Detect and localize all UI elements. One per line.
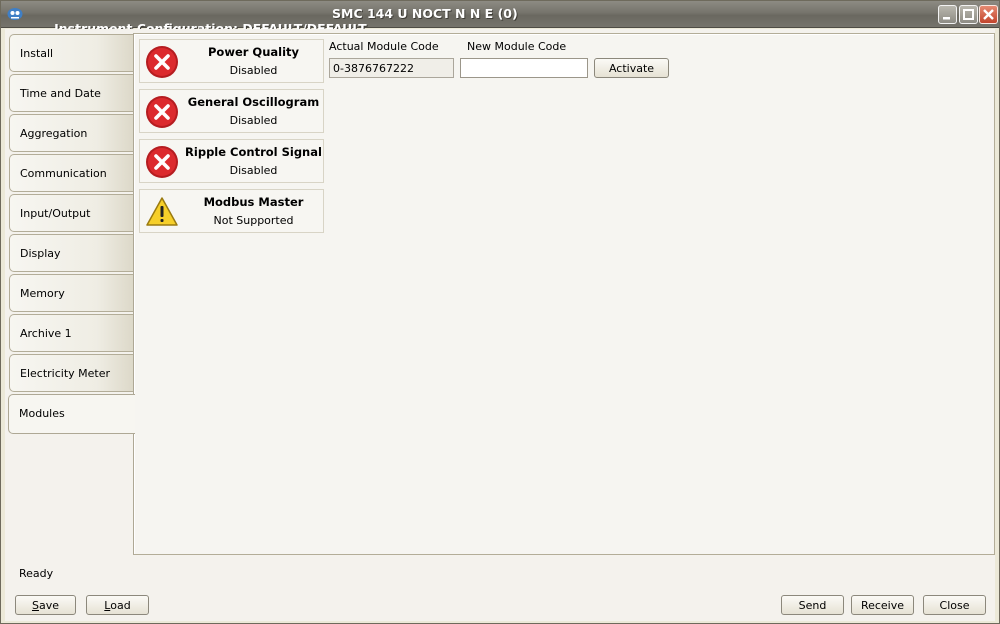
tab-electricity-meter[interactable]: Electricity Meter [9,354,134,392]
warning-icon [146,197,178,226]
tab-memory[interactable]: Memory [9,274,134,312]
new-module-code-label: New Module Code [467,40,567,53]
error-icon [146,46,178,78]
activate-button[interactable]: Activate [594,58,669,78]
tab-communication[interactable]: Communication [9,154,134,192]
instrument-configuration-window: Instrument Configuration: DEFAULT/DEFAUL… [0,0,1000,624]
maximize-button[interactable] [959,5,978,24]
status-text: Ready [19,567,54,580]
module-title: Ripple Control Signal [185,145,322,159]
tab-label: Archive 1 [20,327,72,340]
module-power-quality: Power Quality Disabled [139,39,324,83]
tab-label: Modules [19,407,65,420]
new-module-code-input[interactable] [460,58,588,78]
module-title: Modbus Master [203,195,304,209]
tab-label: Aggregation [20,127,88,140]
module-modbus-master: Modbus Master Not Supported [139,189,324,233]
actual-module-code-field: 0-3876767222 [329,58,454,78]
tab-label: Input/Output [20,207,91,220]
save-mnemonic: S [31,599,39,612]
close-button[interactable]: Close [923,595,986,615]
module-status: Disabled [229,64,278,77]
module-title: General Oscillogram [187,95,320,109]
load-label: oad [110,599,131,612]
close-window-button[interactable] [979,5,998,24]
module-status: Disabled [229,164,278,177]
tab-label: Memory [20,287,65,300]
tab-label: Display [20,247,61,260]
close-icon [983,9,994,20]
modules-panel: Power Quality Disabled General Oscillogr… [133,33,995,555]
maximize-icon [963,9,974,20]
tab-time-and-date[interactable]: Time and Date [9,74,134,112]
module-status: Not Supported [213,214,294,227]
tab-aggregation[interactable]: Aggregation [9,114,134,152]
app-icon [7,8,23,20]
minimize-button[interactable] [938,5,957,24]
send-button[interactable]: Send [781,595,844,615]
receive-button[interactable]: Receive [851,595,914,615]
actual-module-code-label: Actual Module Code [329,40,439,53]
error-icon [146,96,178,128]
tab-install[interactable]: Install [9,34,134,72]
load-button[interactable]: Load [86,595,149,615]
save-label: ave [38,599,59,612]
tab-label: Communication [20,167,107,180]
tab-display[interactable]: Display [9,234,134,272]
client-area: Install Time and Date Aggregation Commun… [5,29,995,621]
module-status: Disabled [229,114,278,127]
module-ripple-control-signal: Ripple Control Signal Disabled [139,139,324,183]
tab-input-output[interactable]: Input/Output [9,194,134,232]
save-button[interactable]: Save [15,595,76,615]
error-icon [146,146,178,178]
tab-modules[interactable]: Modules [8,394,135,434]
tab-label: Time and Date [20,87,101,100]
title-bar[interactable]: Instrument Configuration: DEFAULT/DEFAUL… [1,1,999,36]
tab-label: Install [20,47,54,60]
minimize-icon [943,17,950,20]
tab-archive-1[interactable]: Archive 1 [9,314,134,352]
module-title: Power Quality [207,45,300,59]
tab-label: Electricity Meter [20,367,110,380]
instrument-model: SMC 144 U NOCT N N E (0) [332,6,518,21]
module-general-oscillogram: General Oscillogram Disabled [139,89,324,133]
